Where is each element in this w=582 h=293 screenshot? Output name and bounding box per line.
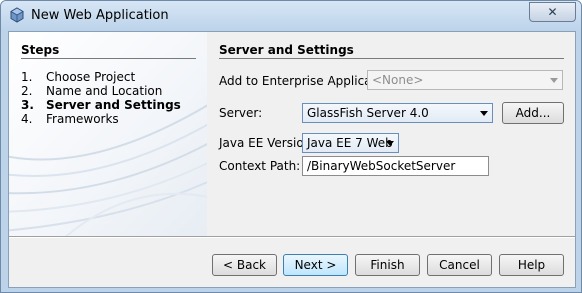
close-icon: ✕ <box>547 5 558 19</box>
settings-pane: Server and Settings Add to Enterprise Ap… <box>207 32 575 236</box>
context-path-label: Context Path: <box>219 159 301 173</box>
step-label: Choose Project <box>46 70 136 84</box>
chevron-down-icon <box>386 141 394 146</box>
server-select[interactable]: GlassFish Server 4.0 <box>302 103 493 123</box>
netbeans-cube-icon <box>10 7 24 23</box>
step-label: Name and Location <box>46 84 163 98</box>
title-bar[interactable]: New Web Application ✕ <box>1 1 581 31</box>
step-frameworks: 4. Frameworks <box>21 112 119 126</box>
step-label: Server and Settings <box>46 98 181 112</box>
finish-button[interactable]: Finish <box>355 254 420 276</box>
steps-heading: Steps <box>21 43 60 57</box>
help-button[interactable]: Help <box>499 254 564 276</box>
javaee-version-value: Java EE 7 Web <box>307 136 393 150</box>
close-button[interactable]: ✕ <box>529 2 576 22</box>
context-path-input[interactable]: /BinaryWebSocketServer <box>302 156 489 176</box>
enterprise-app-select[interactable]: <None> <box>367 70 563 90</box>
step-name-and-location: 2. Name and Location <box>21 84 162 98</box>
step-number: 4. <box>21 112 33 126</box>
step-server-and-settings: 3. Server and Settings <box>21 98 181 112</box>
cancel-button[interactable]: Cancel <box>427 254 492 276</box>
steps-divider <box>21 58 196 59</box>
step-number: 1. <box>21 70 33 84</box>
footer-separator <box>9 236 575 238</box>
step-number: 3. <box>21 98 34 112</box>
dialog-client-area: Steps 1. Choose Project 2. Name and Locati… <box>8 31 576 288</box>
dialog-window: New Web Application ✕ Steps 1. Choose Pro… <box>0 0 582 293</box>
server-label: Server: <box>219 106 263 120</box>
back-button[interactable]: < Back <box>212 254 277 276</box>
server-value: GlassFish Server 4.0 <box>307 106 429 120</box>
next-button[interactable]: Next > <box>283 254 348 276</box>
javaee-version-label: Java EE Version: <box>219 136 316 150</box>
chevron-down-icon <box>480 111 488 116</box>
window-title: New Web Application <box>31 8 169 23</box>
javaee-version-select[interactable]: Java EE 7 Web <box>302 133 399 153</box>
step-choose-project: 1. Choose Project <box>21 70 135 84</box>
steps-pane: Steps 1. Choose Project 2. Name and Locati… <box>9 32 207 236</box>
wizard-background-graphic <box>9 104 207 236</box>
section-divider <box>219 58 564 59</box>
add-server-button[interactable]: Add... <box>502 102 564 124</box>
enterprise-app-value: <None> <box>372 73 424 87</box>
step-number: 2. <box>21 84 33 98</box>
step-label: Frameworks <box>46 112 119 126</box>
section-heading: Server and Settings <box>219 43 354 57</box>
chevron-down-icon <box>550 78 558 83</box>
